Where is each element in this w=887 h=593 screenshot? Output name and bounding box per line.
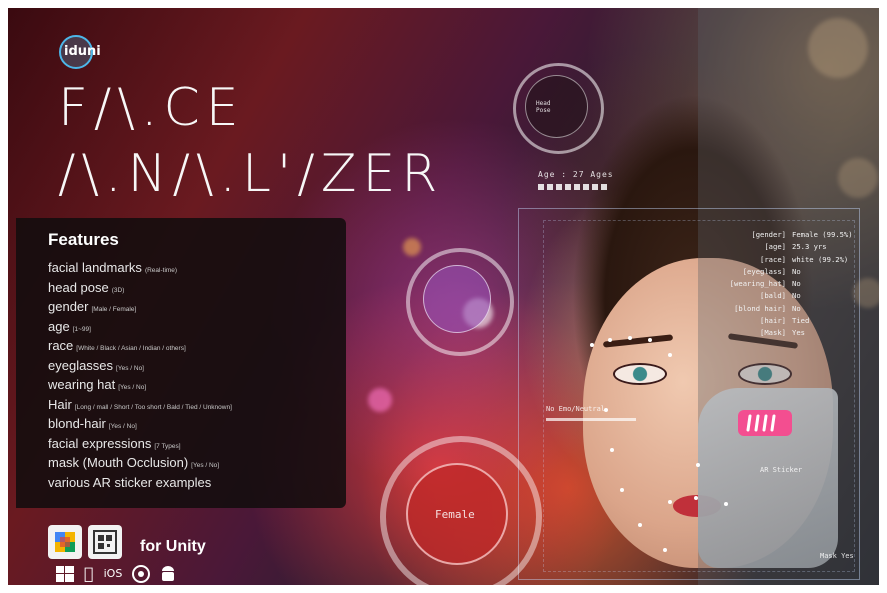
feature-label: Hair bbox=[48, 396, 72, 412]
bokeh-light bbox=[403, 238, 421, 256]
feature-note: (Real-time) bbox=[144, 267, 178, 274]
attribute-value: No bbox=[792, 266, 801, 276]
attribute-key: [hair] bbox=[760, 316, 786, 326]
feature-item: Hair [Long / mall / Short / Too short / B… bbox=[48, 397, 232, 417]
emotion-label: No Emo/Neutral bbox=[546, 405, 606, 413]
feature-item: age [1~99] bbox=[48, 319, 232, 339]
age-ring-label: Head Pose bbox=[536, 100, 551, 114]
webgl-icon bbox=[132, 564, 151, 583]
title-line-2: /\.N/\.L'/ZER bbox=[58, 144, 444, 204]
bokeh-light bbox=[368, 388, 392, 412]
brand-logo-text: iduni bbox=[64, 44, 101, 59]
qr-app-icon bbox=[88, 525, 122, 559]
attribute-value: 25.3 yrs bbox=[792, 242, 827, 252]
feature-note: (3D) bbox=[111, 286, 125, 294]
gender-label: Female bbox=[435, 508, 475, 521]
feature-item: gender [Male / Female] bbox=[48, 299, 232, 319]
age-ring-inner bbox=[525, 75, 588, 138]
ios-icon: iOS bbox=[94, 566, 123, 580]
attribute-key: [blond hair] bbox=[734, 303, 786, 313]
attribute-value: No bbox=[792, 291, 801, 301]
attribute-row: [age] 25.3 yrs bbox=[708, 242, 853, 254]
feature-item: various AR sticker examples bbox=[48, 475, 232, 495]
feature-item: mask (Mouth Occlusion) [Yes / No] bbox=[48, 455, 232, 475]
feature-note: [Yes / No] bbox=[116, 364, 144, 372]
attribute-key: [wearing_hat] bbox=[729, 279, 786, 289]
attribute-readout: [gender] Female (99.5%) [age] 25.3 yrs [race… bbox=[708, 230, 853, 341]
attribute-value: white (99.2%) bbox=[792, 254, 849, 264]
for-unity-label: for Unity bbox=[140, 538, 206, 555]
feature-item: facial landmarks (Real-time) bbox=[48, 260, 232, 280]
attribute-row: [bald] No bbox=[708, 291, 853, 303]
attribute-row: [gender] Female (99.5%) bbox=[708, 230, 853, 242]
feature-label: mask (Mouth Occlusion) bbox=[48, 455, 189, 470]
attribute-row: [blond hair] No bbox=[708, 304, 853, 316]
feature-item: race [White / Black / Asian / Indian / ot… bbox=[48, 338, 232, 358]
attribute-key: [gender] bbox=[751, 230, 786, 239]
feature-item: head pose (3D) bbox=[48, 280, 232, 300]
platform-icons:  iOS bbox=[56, 564, 176, 583]
attribute-key: [race] bbox=[760, 254, 786, 264]
attribute-row: [race] white (99.2%) bbox=[708, 255, 853, 267]
feature-label: eyeglasses bbox=[48, 357, 114, 373]
attribute-value: No bbox=[792, 279, 801, 289]
title-line-1: F/\.CE bbox=[58, 78, 245, 138]
feature-label: facial landmarks bbox=[48, 260, 142, 275]
emotion-ring-inner bbox=[423, 265, 491, 333]
attribute-key: [age] bbox=[764, 242, 786, 252]
mask-label: Mask Yes bbox=[820, 552, 854, 560]
poster-canvas: Head Pose Female Age : 27 Ages No Emo/Neu… bbox=[8, 8, 879, 585]
feature-item: wearing hat [Yes / No] bbox=[48, 377, 232, 397]
feature-note: [1~99] bbox=[72, 325, 91, 333]
feature-note: [Long / mall / Short / Too short / Bald … bbox=[74, 403, 232, 411]
feature-label: various AR sticker examples bbox=[48, 474, 212, 490]
features-list: facial landmarks (Real-time) head pose (3D)… bbox=[48, 260, 232, 494]
features-heading: Features bbox=[48, 230, 119, 249]
feature-label: facial expressions bbox=[48, 435, 152, 451]
unity-app-icons bbox=[48, 524, 122, 560]
attribute-row: [eyeglass] No bbox=[708, 267, 853, 279]
attribute-row: [hair] Tied bbox=[708, 316, 853, 328]
feature-note: [Yes / No] bbox=[108, 423, 137, 430]
apple-icon:  bbox=[84, 564, 94, 583]
emotion-bar bbox=[546, 418, 636, 421]
ar-sticker-label: AR Sticker bbox=[760, 466, 803, 474]
attribute-value: Yes bbox=[792, 328, 805, 338]
attribute-value: Tied bbox=[792, 316, 810, 326]
feature-note: [Yes / No] bbox=[118, 384, 147, 391]
feature-item: blond-hair [Yes / No] bbox=[48, 416, 232, 436]
feature-label: head pose bbox=[48, 279, 109, 295]
android-icon bbox=[162, 565, 175, 581]
attribute-key: [Mask] bbox=[760, 328, 786, 338]
feature-note: [7 Types] bbox=[154, 442, 181, 450]
feature-note: [White / Black / Asian / Indian / others… bbox=[76, 345, 186, 352]
feature-label: blond-hair bbox=[48, 416, 106, 431]
attribute-key: [eyeglass] bbox=[742, 266, 786, 276]
attribute-value: No bbox=[792, 303, 801, 313]
feature-label: gender bbox=[48, 299, 89, 314]
age-bar bbox=[538, 184, 610, 190]
feature-note: [Male / Female] bbox=[91, 306, 137, 313]
feature-note: [Yes / No] bbox=[191, 462, 220, 469]
attribute-key: [bald] bbox=[760, 291, 786, 301]
feature-item: facial expressions [7 Types] bbox=[48, 436, 232, 456]
attribute-value: Female (99.5%) bbox=[792, 230, 853, 239]
feature-item: eyeglasses [Yes / No] bbox=[48, 358, 232, 378]
age-label: Age : 27 Ages bbox=[538, 170, 614, 179]
attribute-row: [wearing_hat] No bbox=[708, 279, 853, 291]
feature-label: age bbox=[48, 318, 70, 334]
feature-label: wearing hat bbox=[48, 377, 116, 392]
asset-store-icon bbox=[48, 525, 82, 559]
windows-icon bbox=[56, 565, 74, 582]
attribute-row: [Mask] Yes bbox=[708, 328, 853, 340]
feature-label: race bbox=[48, 338, 74, 353]
